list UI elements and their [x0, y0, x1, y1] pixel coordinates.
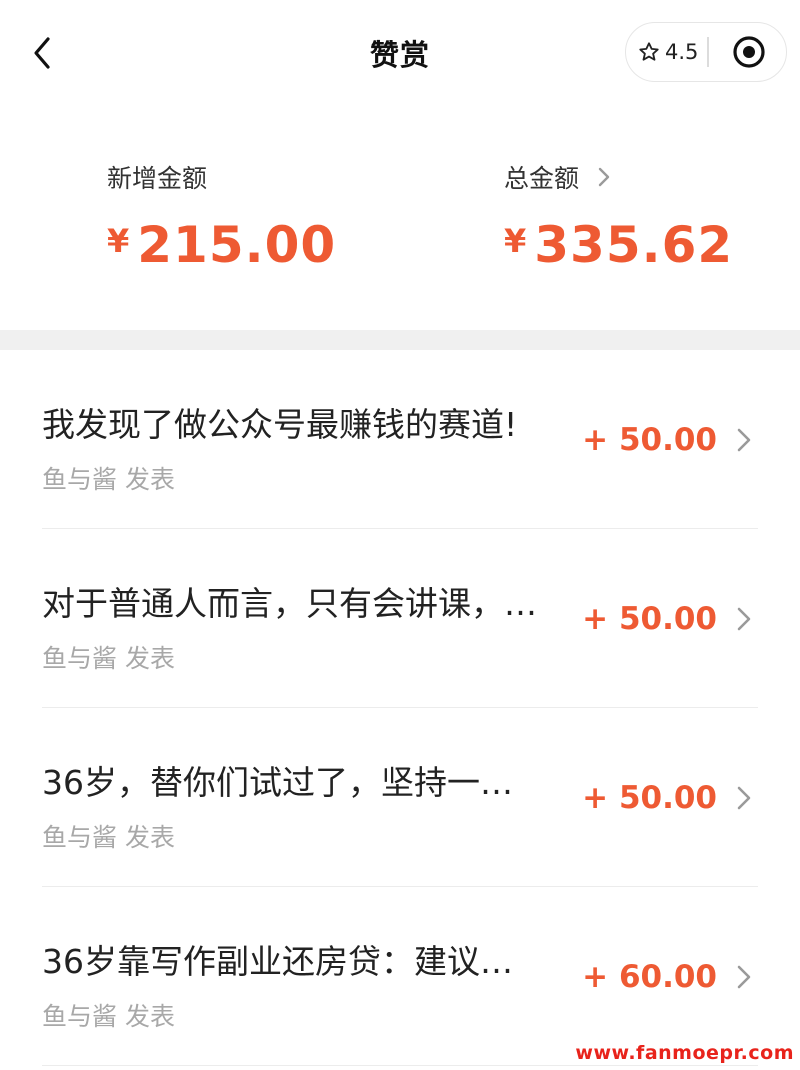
list-item[interactable]: 36岁，替你们试过了，坚持一… 鱼与酱 发表 + 50.00: [0, 708, 800, 887]
article-author: 鱼与酱 发表: [42, 1002, 175, 1031]
row-divider: [42, 1064, 758, 1066]
total-amount-value: ¥ 335.62: [504, 216, 733, 274]
new-amount-label: 新增金额: [107, 164, 208, 193]
rating-value: 4.5: [665, 39, 699, 64]
chevron-right-icon: [598, 167, 610, 187]
capsule-menu: 4.5: [625, 22, 787, 82]
watermark-text: www.fanmoepr.com: [575, 1042, 794, 1064]
capsule-divider: [707, 37, 709, 67]
list-item[interactable]: 对于普通人而言，只有会讲课，… 鱼与酱 发表 + 50.00: [0, 529, 800, 708]
currency-symbol: ¥: [107, 222, 130, 260]
new-amount-value: ¥ 215.00: [107, 216, 336, 274]
reward-amount: + 50.00: [582, 601, 717, 637]
section-separator: [0, 330, 800, 350]
article-author: 鱼与酱 发表: [42, 644, 175, 673]
total-amount-label-row: 总金额: [504, 160, 733, 194]
amount-summary: 新增金额 ¥ 215.00 总金额 ¥ 335.62: [0, 106, 800, 330]
reward-amount: + 50.00: [582, 422, 717, 458]
article-author: 鱼与酱 发表: [42, 465, 175, 494]
currency-symbol: ¥: [504, 222, 527, 260]
chevron-right-icon: [737, 786, 751, 810]
total-amount-label: 总金额: [504, 164, 580, 193]
reward-article-list: 我发现了做公众号最赚钱的赛道! 鱼与酱 发表 + 50.00 对于普通人而言，只…: [0, 350, 800, 1066]
list-item[interactable]: 36岁靠写作副业还房贷：建议… 鱼与酱 发表 + 60.00: [0, 887, 800, 1066]
chevron-right-icon: [737, 965, 751, 989]
target-circle-icon: [733, 35, 765, 68]
chevron-right-icon: [737, 607, 751, 631]
rating-button[interactable]: 4.5: [638, 23, 718, 80]
new-amount-number: 215.00: [137, 216, 337, 274]
article-title: 对于普通人而言，只有会讲课，…: [42, 584, 537, 623]
reward-amount: + 60.00: [582, 959, 717, 995]
article-title: 36岁靠写作副业还房贷：建议…: [42, 942, 513, 981]
close-miniprogram-button[interactable]: [724, 23, 774, 80]
total-amount-number: 335.62: [534, 216, 734, 274]
reward-amount: + 50.00: [582, 780, 717, 816]
chevron-right-icon: [737, 428, 751, 452]
list-item[interactable]: 我发现了做公众号最赚钱的赛道! 鱼与酱 发表 + 50.00: [0, 350, 800, 529]
article-title: 我发现了做公众号最赚钱的赛道!: [42, 405, 518, 444]
total-amount-stat[interactable]: 总金额 ¥ 335.62: [504, 160, 733, 274]
nav-bar: 赞赏 4.5: [0, 0, 800, 106]
star-outline-icon: [639, 41, 659, 61]
article-title: 36岁，替你们试过了，坚持一…: [42, 763, 513, 802]
new-amount-stat: 新增金额 ¥ 215.00: [107, 160, 336, 274]
reward-page: 赞赏 4.5 新增金额 ¥ 215.00 总金额 ¥ 335.62 我发现了做公…: [0, 0, 800, 1070]
article-author: 鱼与酱 发表: [42, 823, 175, 852]
